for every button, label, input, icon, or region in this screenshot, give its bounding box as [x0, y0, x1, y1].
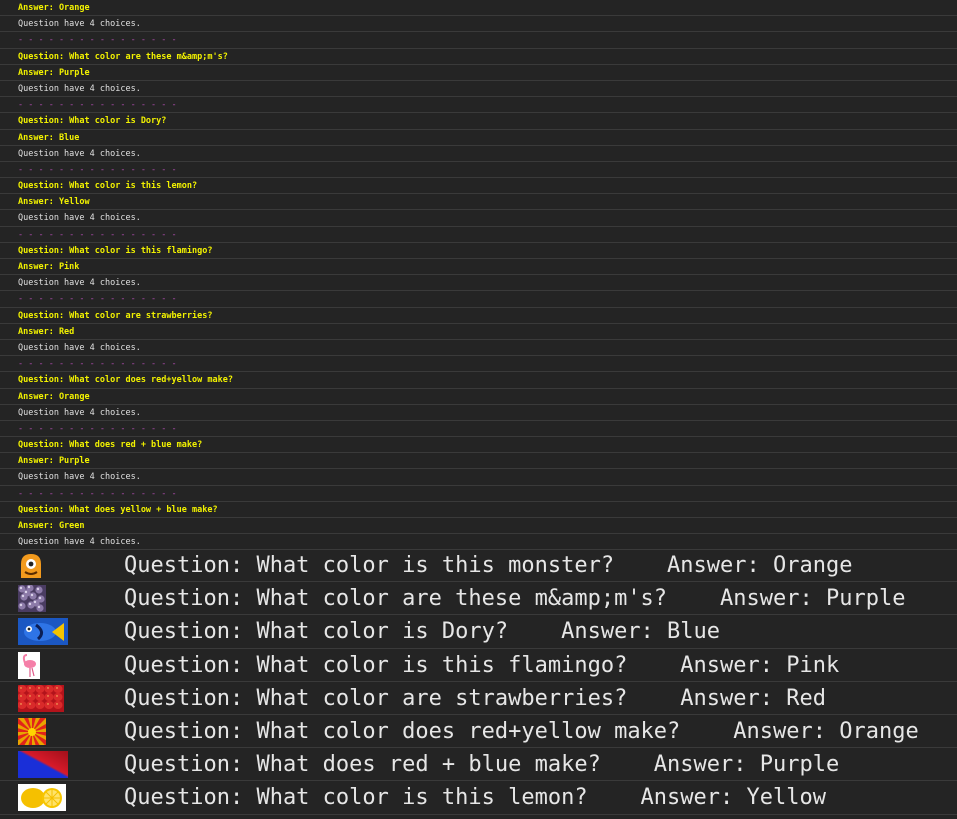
red-blue-image — [18, 751, 68, 779]
log-separator: - - - - - - - - - - - - - - - - — [0, 32, 957, 49]
log-answer: Answer: Yellow — [0, 194, 957, 211]
log-separator: - - - - - - - - - - - - - - - - — [0, 421, 957, 438]
row-question-answer: Question: What color is this lemon? Answ… — [124, 785, 826, 811]
table-row: Question: What color does red+yellow mak… — [0, 715, 957, 749]
log-question: Question: What does red + blue make? — [0, 437, 957, 454]
row-question-answer: Question: What color is Dory? Answer: Bl… — [124, 619, 721, 645]
log-answer: Answer: Red — [0, 324, 957, 340]
log-separator: - - - - - - - - - - - - - - - - — [0, 486, 957, 502]
results-table: Question: What color is this monster? An… — [0, 549, 957, 815]
sunburst-image — [18, 717, 46, 745]
log-choices: Question have 4 choices. — [0, 16, 957, 33]
table-row: Question: What color are strawberries? A… — [0, 682, 957, 715]
flamingo-image — [18, 651, 40, 679]
table-row: Question: What color is this lemon? Answ… — [0, 781, 957, 815]
log-answer: Answer: Blue — [0, 130, 957, 146]
log-choices: Question have 4 choices. — [0, 469, 957, 486]
log-answer: Answer: Orange — [0, 389, 957, 405]
log-question: Question: What color is this flamingo? — [0, 243, 957, 259]
log-separator: - - - - - - - - - - - - - - - - — [0, 291, 957, 308]
log-separator: - - - - - - - - - - - - - - - - — [0, 356, 957, 373]
row-question-answer: Question: What color is this flamingo? A… — [124, 652, 840, 678]
row-question-answer: Question: What color are these m&amp;m's… — [124, 586, 906, 612]
table-row: Question: What color is this monster? An… — [0, 549, 957, 583]
row-question-answer: Question: What color does red+yellow mak… — [124, 718, 919, 744]
log-answer: Answer: Pink — [0, 259, 957, 276]
log-choices: Question have 4 choices. — [0, 146, 957, 162]
row-question-answer: Question: What color are strawberries? A… — [124, 685, 826, 711]
log-choices: Question have 4 choices. — [0, 340, 957, 357]
row-question-answer: Question: What does red + blue make? Ans… — [124, 752, 840, 778]
log-separator: - - - - - - - - - - - - - - - - — [0, 162, 957, 179]
log-answer: Answer: Purple — [0, 65, 957, 81]
monster-image — [18, 552, 44, 579]
log-answer: Answer: Purple — [0, 453, 957, 470]
dory-image — [18, 618, 68, 646]
log-choices: Question have 4 choices. — [0, 534, 957, 551]
log-question: Question: What color are strawberries? — [0, 308, 957, 324]
row-question-answer: Question: What color is this monster? An… — [124, 553, 853, 578]
log-choices: Question have 4 choices. — [0, 275, 957, 292]
lemon-image — [18, 784, 66, 812]
log-question: Question: What color is Dory? — [0, 113, 957, 130]
log-answer: Answer: Orange — [0, 0, 957, 17]
table-row: Question: What does red + blue make? Ans… — [0, 748, 957, 782]
table-row: Question: What color are these m&amp;m's… — [0, 582, 957, 616]
log-question: Question: What color is this lemon? — [0, 178, 957, 195]
log-choices: Question have 4 choices. — [0, 81, 957, 98]
mms-image — [18, 585, 46, 613]
table-row: Question: What color is this flamingo? A… — [0, 649, 957, 682]
log-separator: - - - - - - - - - - - - - - - - — [0, 97, 957, 114]
table-row: Question: What color is Dory? Answer: Bl… — [0, 615, 957, 649]
strawberries-image — [18, 684, 64, 712]
log-question: Question: What does yellow + blue make? — [0, 502, 957, 518]
log-question: Question: What color does red+yellow mak… — [0, 372, 957, 389]
log-choices: Question have 4 choices. — [0, 210, 957, 227]
log-question: Question: What color are these m&amp;m's… — [0, 49, 957, 65]
log-answer: Answer: Green — [0, 518, 957, 535]
log-separator: - - - - - - - - - - - - - - - - — [0, 227, 957, 243]
console-log: Answer: Orange Question have 4 choices. - … — [0, 0, 957, 551]
log-choices: Question have 4 choices. — [0, 405, 957, 421]
